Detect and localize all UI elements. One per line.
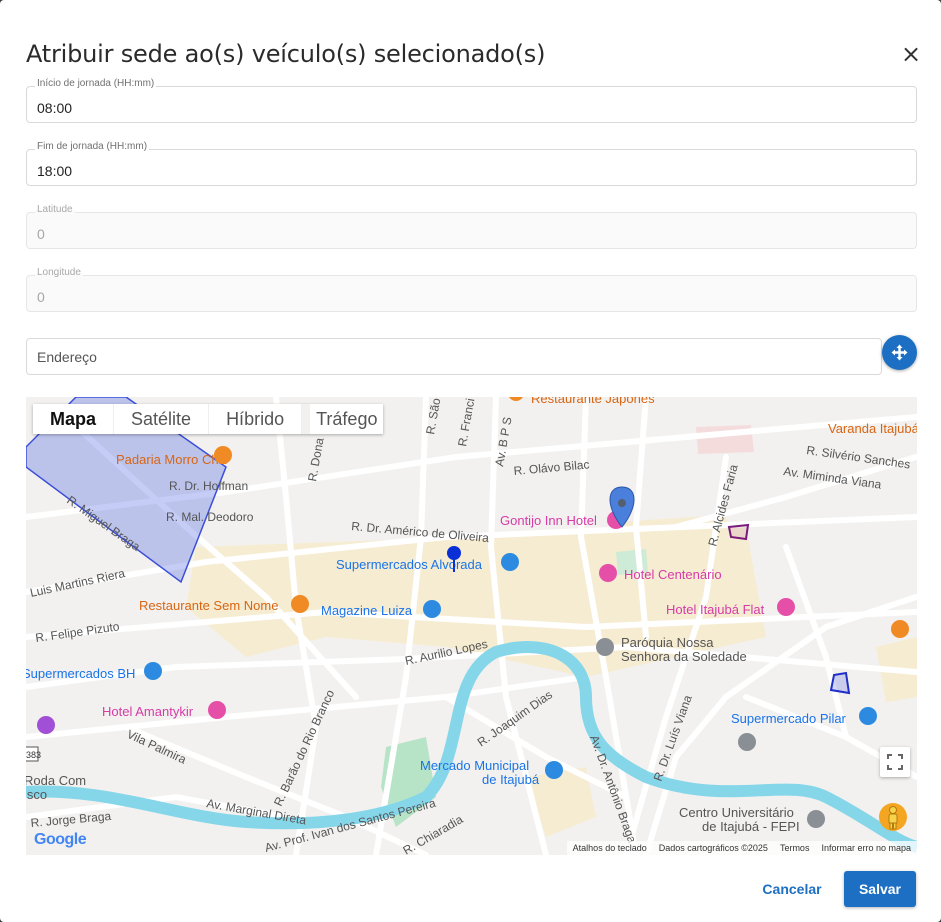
svg-text:Magazine Luiza: Magazine Luiza — [321, 603, 413, 618]
school-icon[interactable] — [738, 733, 756, 751]
poi-varanda[interactable]: Varanda Itajubá — [828, 421, 917, 436]
tab-mapa[interactable]: Mapa — [33, 404, 115, 434]
shopping-icon[interactable] — [37, 716, 55, 734]
end-time-value[interactable]: 18:00 — [37, 163, 72, 179]
shop-icon — [423, 600, 441, 618]
svg-text:Luis Martins Riera: Luis Martins Riera — [29, 566, 127, 600]
svg-text:Gontijo Inn Hotel: Gontijo Inn Hotel — [500, 513, 597, 528]
longitude-value: 0 — [37, 289, 45, 305]
hotel-icon — [208, 701, 226, 719]
cart-icon — [501, 553, 519, 571]
start-time-label: Início de jornada (HH:mm) — [35, 78, 157, 89]
poi-roda-com: Roda Com — [26, 773, 86, 788]
poi-restaurante-japones[interactable]: Restaurante Japones — [508, 397, 655, 406]
svg-text:Supermercado Pilar: Supermercado Pilar — [731, 711, 847, 726]
pegman-icon — [879, 803, 907, 831]
map-attribution: Atalhos do teclado Dados cartográficos ©… — [566, 841, 917, 855]
hotel-icon — [599, 564, 617, 582]
svg-text:383: 383 — [26, 750, 41, 760]
cart-icon — [859, 707, 877, 725]
cancel-button[interactable]: Cancelar — [752, 872, 832, 906]
latitude-value: 0 — [37, 226, 45, 242]
svg-text:de Itajubá - FEPI: de Itajubá - FEPI — [702, 819, 800, 834]
svg-text:Centro Universitário: Centro Universitário — [679, 805, 794, 820]
end-time-field[interactable]: Fim de jornada (HH:mm) 18:00 — [26, 141, 917, 186]
fullscreen-button[interactable] — [880, 747, 910, 777]
svg-text:R. Mal. Deodoro: R. Mal. Deodoro — [166, 510, 254, 524]
poi-supermercado-pilar[interactable]: Supermercado Pilar — [731, 707, 877, 726]
tab-separator — [302, 404, 311, 434]
end-time-label: Fim de jornada (HH:mm) — [35, 141, 150, 152]
terms-link[interactable]: Termos — [774, 843, 816, 853]
move-arrows-icon — [891, 344, 908, 361]
start-time-field[interactable]: Início de jornada (HH:mm) 08:00 — [26, 78, 917, 123]
school-icon — [807, 810, 825, 828]
dialog-title: Atribuir sede ao(s) veículo(s) seleciona… — [26, 40, 546, 68]
church-icon — [596, 638, 614, 656]
svg-text:R. Silvério Sanches: R. Silvério Sanches — [806, 443, 912, 471]
street-view-pegman[interactable] — [878, 802, 908, 832]
svg-text:Restaurante Japones: Restaurante Japones — [531, 397, 655, 406]
map-canvas[interactable]: R. Dr. Hoffman R. Mal. Deodoro R. Miguel… — [26, 397, 917, 855]
latitude-field: Latitude 0 — [26, 204, 917, 249]
map[interactable]: R. Dr. Hoffman R. Mal. Deodoro R. Miguel… — [26, 397, 917, 855]
map-type-tabs: Mapa Satélite Híbrido Tráfego — [33, 404, 384, 434]
svg-text:Supermercados Alvorada: Supermercados Alvorada — [336, 557, 483, 572]
poi-gontijo[interactable]: Gontijo Inn Hotel — [500, 511, 625, 529]
poi-centro-universitario[interactable]: Centro Universitário de Itajubá - FEPI — [679, 805, 825, 834]
svg-text:R. Felipe Pizuto: R. Felipe Pizuto — [34, 619, 120, 645]
save-button[interactable]: Salvar — [844, 871, 916, 907]
address-field[interactable] — [26, 338, 882, 375]
report-error-link[interactable]: Informar erro no mapa — [815, 843, 917, 853]
restaurant-icon — [214, 446, 232, 464]
tab-satelite[interactable]: Satélite — [114, 404, 210, 434]
locate-button[interactable] — [882, 335, 917, 370]
poi-roda-com-2: isco — [26, 787, 47, 802]
svg-text:Mercado Municipal: Mercado Municipal — [420, 758, 529, 773]
hotel-icon — [777, 598, 795, 616]
latitude-label: Latitude — [35, 204, 75, 215]
svg-text:R. Olávo Bilac: R. Olávo Bilac — [513, 457, 590, 478]
google-logo: Google — [34, 831, 87, 849]
start-time-value[interactable]: 08:00 — [37, 100, 72, 116]
fullscreen-icon — [887, 754, 903, 770]
svg-text:Restaurante Sem Nome: Restaurante Sem Nome — [139, 598, 278, 613]
cart-icon — [545, 761, 563, 779]
road-sign: 383 — [26, 746, 41, 762]
cart-icon — [144, 662, 162, 680]
svg-text:Hotel Itajubá Flat: Hotel Itajubá Flat — [666, 602, 765, 617]
zone-polygon[interactable] — [727, 523, 750, 541]
svg-text:Senhora da Soledade: Senhora da Soledade — [621, 649, 747, 664]
tab-hibrido[interactable]: Híbrido — [209, 404, 303, 434]
tab-trafego[interactable]: Tráfego — [310, 404, 383, 434]
longitude-label: Longitude — [35, 267, 83, 278]
address-input[interactable] — [37, 349, 857, 365]
svg-text:R. Chiaradia: R. Chiaradia — [401, 812, 466, 855]
longitude-field: Longitude 0 — [26, 267, 917, 312]
svg-text:Hotel Amantykir: Hotel Amantykir — [102, 704, 194, 719]
map-data-text: Dados cartográficos ©2025 — [658, 843, 768, 853]
svg-text:R. Dr. Hoffman: R. Dr. Hoffman — [169, 479, 248, 493]
google-logo-text: Google — [34, 831, 87, 848]
svg-text:Padaria Morro Chic: Padaria Morro Chic — [116, 452, 228, 467]
svg-text:R. Franci: R. Franci — [455, 397, 477, 447]
zone-polygon[interactable] — [829, 671, 851, 695]
svg-text:Supermercados BH: Supermercados BH — [26, 666, 135, 681]
restaurant-icon[interactable] — [891, 620, 909, 638]
svg-text:Hotel Centenário: Hotel Centenário — [624, 567, 722, 582]
keyboard-shortcuts-link[interactable]: Atalhos do teclado — [567, 843, 653, 853]
assign-base-dialog: Atribuir sede ao(s) veículo(s) seleciona… — [0, 0, 941, 922]
svg-text:Paróquia Nossa: Paróquia Nossa — [621, 635, 714, 650]
svg-text:de Itajubá: de Itajubá — [482, 772, 540, 787]
restaurant-icon — [291, 595, 309, 613]
svg-text:Av. Miminda Viana: Av. Miminda Viana — [783, 464, 883, 492]
close-icon[interactable]: × — [899, 42, 923, 66]
